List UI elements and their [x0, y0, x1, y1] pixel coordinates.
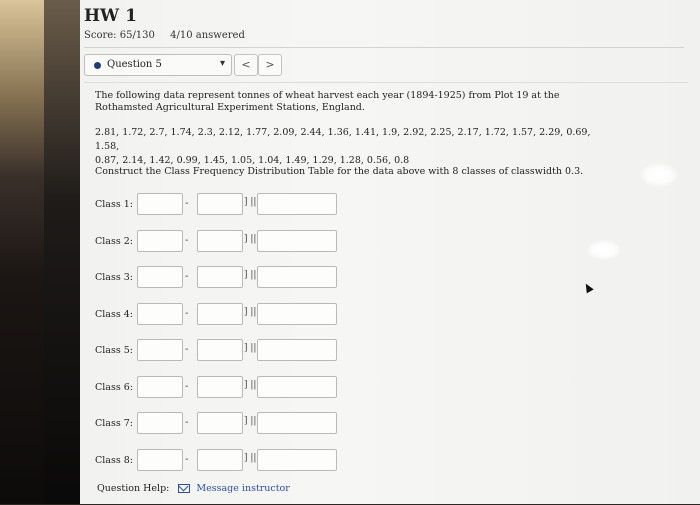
prev-question-button[interactable]: < — [234, 54, 258, 76]
header-divider — [84, 47, 684, 48]
class-lower-limit-input[interactable] — [137, 193, 183, 215]
class-lower-limit-input[interactable] — [137, 266, 183, 288]
class-row: Class 6: - ] || — [95, 375, 355, 400]
class-upper-limit-input[interactable] — [197, 412, 243, 434]
class-lower-limit-input[interactable] — [137, 339, 183, 361]
class-row: Class 4: - ] || — [95, 302, 355, 327]
question-select-label: Question 5 — [107, 59, 162, 70]
class-label: Class 2: — [95, 235, 133, 247]
screen-glare — [640, 163, 678, 187]
class-upper-limit-input[interactable] — [197, 375, 243, 398]
mail-icon — [178, 484, 191, 493]
question-select[interactable]: Question 5 ▾ — [84, 54, 232, 76]
range-bracket: ] || — [244, 379, 257, 390]
range-bracket: ] || — [244, 233, 257, 244]
score-text: Score: 65/130 — [84, 30, 155, 41]
range-dash: - — [185, 234, 189, 246]
class-row: Class 8: - ] || — [95, 448, 355, 473]
class-label: Class 1: — [95, 199, 133, 210]
class-frequency-input[interactable] — [257, 229, 337, 252]
class-lower-limit-input[interactable] — [137, 302, 183, 325]
class-upper-limit-input[interactable] — [197, 266, 243, 288]
range-dash: - — [185, 380, 189, 392]
class-frequency-input[interactable] — [257, 266, 337, 288]
class-frequency-input[interactable] — [257, 339, 337, 361]
data-line-1: 2.81, 1.72, 2.7, 1.74, 2.3, 2.12, 1.77, … — [95, 127, 591, 152]
range-dash: - — [185, 417, 189, 428]
class-upper-limit-input[interactable] — [197, 193, 243, 215]
class-frequency-input[interactable] — [257, 448, 337, 471]
class-row: Class 7: - ] || — [95, 412, 355, 436]
range-bracket: ] || — [244, 452, 257, 463]
range-dash: - — [185, 307, 189, 319]
class-label: Class 4: — [95, 308, 133, 320]
answered-count: 4/10 answered — [170, 30, 245, 41]
range-dash: - — [185, 344, 189, 355]
range-dash: - — [185, 271, 189, 282]
problem-intro: The following data represent tonnes of w… — [95, 90, 560, 113]
class-label: Class 7: — [95, 418, 133, 429]
range-bracket: ] || — [244, 416, 257, 426]
instruction-text: Construct the Class Frequency Distributi… — [95, 166, 584, 177]
range-bracket: ] || — [244, 343, 257, 353]
message-instructor-link[interactable]: Message instructor — [196, 483, 289, 494]
class-label: Class 8: — [95, 454, 133, 466]
left-strip — [44, 0, 80, 504]
class-label: Class 3: — [95, 272, 133, 283]
status-dot-icon — [94, 62, 101, 69]
class-row: Class 5: - ] || — [95, 339, 355, 363]
range-dash: - — [185, 453, 189, 465]
data-values: 2.81, 1.72, 2.7, 1.74, 2.3, 2.12, 1.77, … — [95, 126, 615, 168]
class-upper-limit-input[interactable] — [197, 339, 243, 361]
range-dash: - — [185, 198, 189, 209]
question-help: Question Help: Message instructor — [97, 483, 290, 494]
class-lower-limit-input[interactable] — [137, 448, 183, 471]
class-frequency-input[interactable] — [257, 412, 337, 434]
class-frequency-input[interactable] — [257, 302, 337, 325]
class-lower-limit-input[interactable] — [137, 229, 183, 252]
chevron-down-icon: ▾ — [219, 58, 225, 69]
range-bracket: ] || — [244, 270, 257, 280]
class-upper-limit-input[interactable] — [197, 302, 243, 325]
class-row: Class 2: - ] || — [95, 229, 355, 254]
score-line: Score: 65/130 4/10 answered — [84, 30, 245, 41]
class-row: Class 3: - ] || — [95, 266, 355, 290]
class-frequency-input[interactable] — [257, 375, 337, 398]
class-label: Class 5: — [95, 345, 133, 356]
range-bracket: ] || — [244, 306, 257, 317]
class-frequency-input[interactable] — [257, 193, 337, 215]
screen-glare — [587, 240, 621, 260]
help-label: Question Help: — [97, 483, 170, 494]
range-bracket: ] || — [244, 197, 257, 207]
class-lower-limit-input[interactable] — [137, 375, 183, 398]
class-label: Class 6: — [95, 381, 133, 393]
class-lower-limit-input[interactable] — [137, 412, 183, 434]
class-upper-limit-input[interactable] — [197, 229, 243, 252]
page-title: HW 1 — [84, 6, 137, 26]
class-row: Class 1: - ] || — [95, 193, 355, 217]
class-upper-limit-input[interactable] — [197, 448, 243, 471]
next-question-button[interactable]: > — [258, 54, 282, 76]
